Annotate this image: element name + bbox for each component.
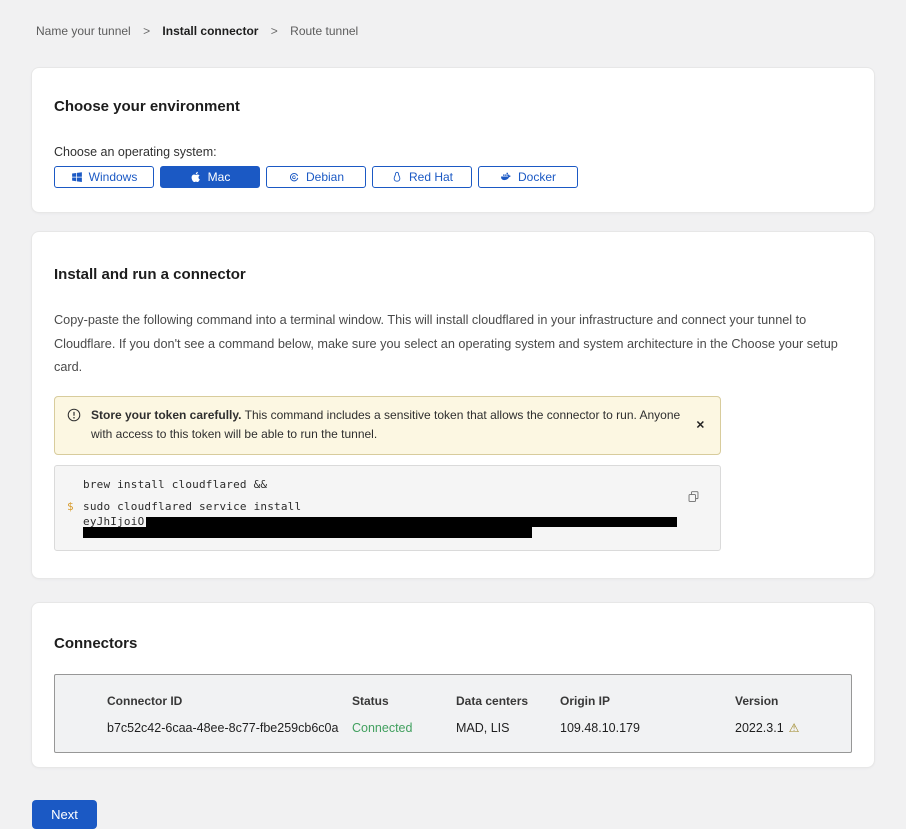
version-cell: 2022.3.1 ⚠	[735, 721, 841, 735]
os-button-debian[interactable]: Debian	[266, 166, 366, 188]
os-button-redhat[interactable]: Red Hat	[372, 166, 472, 188]
os-select-label: Choose an operating system:	[54, 145, 852, 159]
version-warning-icon: ⚠	[789, 721, 800, 735]
install-description: Copy-paste the following command into a …	[54, 309, 852, 380]
code-line-brew: brew install cloudflared &&	[83, 479, 676, 490]
os-button-label: Docker	[518, 170, 556, 184]
os-button-windows[interactable]: Windows	[54, 166, 154, 188]
next-button[interactable]: Next	[32, 800, 97, 829]
code-line-token: eyJhIjoiO	[83, 516, 676, 538]
breadcrumb-step-install-connector[interactable]: Install connector	[162, 24, 258, 38]
os-button-mac[interactable]: Mac	[160, 166, 260, 188]
redhat-linux-icon	[391, 171, 403, 183]
version-value: 2022.3.1	[735, 721, 784, 735]
os-button-docker[interactable]: Docker	[478, 166, 578, 188]
code-command: sudo cloudflared service install	[83, 500, 301, 513]
windows-icon	[71, 171, 83, 183]
debian-icon	[288, 171, 300, 183]
close-icon[interactable]: ✕	[694, 417, 707, 434]
column-header-origin-ip: Origin IP	[560, 694, 735, 708]
copy-icon[interactable]	[687, 490, 700, 507]
breadcrumb-separator: >	[271, 24, 278, 38]
apple-icon	[190, 171, 202, 183]
breadcrumb: Name your tunnel > Install connector > R…	[0, 0, 906, 38]
code-line-service-install: $ sudo cloudflared service install	[83, 501, 676, 512]
origin-ip-cell: 109.48.10.179	[560, 721, 735, 735]
os-button-group: Windows Mac Debian Red Hat Docker	[54, 166, 852, 188]
install-card-title: Install and run a connector	[54, 266, 852, 283]
warning-text: Store your token carefully. This command…	[91, 406, 686, 446]
connectors-table: Connector ID Status Data centers Origin …	[54, 674, 852, 753]
token-warning-banner: Store your token carefully. This command…	[54, 396, 721, 456]
page-content: Choose your environment Choose an operat…	[0, 67, 906, 829]
os-button-label: Windows	[89, 170, 138, 184]
redacted-token-bar	[146, 517, 677, 527]
alert-circle-icon	[67, 408, 81, 422]
table-header-row: Connector ID Status Data centers Origin …	[107, 694, 841, 708]
status-badge: Connected	[352, 721, 456, 735]
environment-card-title: Choose your environment	[54, 98, 852, 115]
os-button-label: Mac	[208, 170, 231, 184]
breadcrumb-step-route-tunnel[interactable]: Route tunnel	[290, 24, 358, 38]
breadcrumb-separator: >	[143, 24, 150, 38]
token-prefix: eyJhIjoiO	[83, 515, 144, 528]
breadcrumb-step-name-tunnel[interactable]: Name your tunnel	[36, 24, 131, 38]
table-row: b7c52c42-6caa-48ee-8c77-fbe259cb6c0a Con…	[107, 721, 841, 735]
warning-title: Store your token carefully.	[91, 408, 242, 422]
os-button-label: Debian	[306, 170, 344, 184]
connectors-card: Connectors Connector ID Status Data cent…	[31, 602, 875, 768]
connector-id-cell: b7c52c42-6caa-48ee-8c77-fbe259cb6c0a	[107, 721, 352, 735]
shell-prompt: $	[67, 501, 74, 512]
redacted-token-bar	[83, 527, 532, 538]
connectors-card-title: Connectors	[54, 635, 852, 652]
column-header-status: Status	[352, 694, 456, 708]
column-header-version: Version	[735, 694, 841, 708]
data-centers-cell: MAD, LIS	[456, 721, 560, 735]
os-button-label: Red Hat	[409, 170, 453, 184]
docker-icon	[500, 171, 512, 183]
column-header-data-centers: Data centers	[456, 694, 560, 708]
column-header-connector-id: Connector ID	[107, 694, 352, 708]
install-command-code-block: brew install cloudflared && $ sudo cloud…	[54, 465, 721, 551]
install-connector-card: Install and run a connector Copy-paste t…	[31, 231, 875, 579]
environment-card: Choose your environment Choose an operat…	[31, 67, 875, 213]
